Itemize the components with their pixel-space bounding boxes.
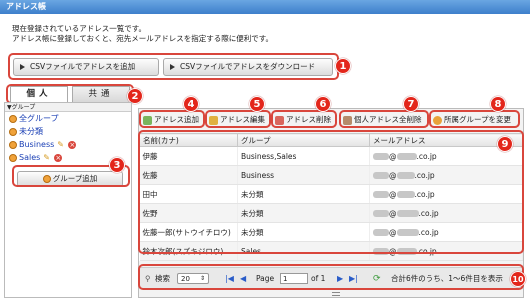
play-icon	[170, 64, 175, 70]
page-description: 現在登録されているアドレス一覧です。 アドレス帳に登録しておくと、宛先メールアド…	[12, 24, 273, 44]
callout-badge-9: 9	[497, 136, 513, 152]
group-label: 未分類	[19, 127, 43, 136]
csv-download-label: CSVファイルでアドレスをダウンロード	[180, 62, 316, 71]
callout-badge-8: 8	[490, 96, 506, 112]
tab-shared[interactable]: 共通	[72, 86, 130, 102]
callout-box-5	[205, 110, 271, 128]
callout-badge-10: 10	[510, 271, 526, 287]
callout-badge-6: 6	[315, 96, 331, 112]
tab-personal[interactable]: 個人	[10, 86, 68, 102]
csv-add-button[interactable]: CSVファイルでアドレスを追加	[13, 58, 159, 76]
pencil-icon[interactable]: ✎	[57, 140, 66, 149]
play-icon	[20, 64, 25, 70]
callout-badge-5: 5	[249, 96, 265, 112]
resize-grip[interactable]	[332, 292, 340, 296]
group-icon	[9, 153, 17, 162]
group-header: ▼グループ	[5, 103, 131, 112]
address-tabs: 個人 共通	[8, 86, 136, 102]
csv-add-label: CSVファイルでアドレスを追加	[30, 62, 136, 71]
group-icon	[9, 127, 17, 136]
group-item-unclassified[interactable]: 未分類	[5, 125, 131, 138]
group-icon	[9, 140, 17, 149]
callout-badge-7: 7	[403, 96, 419, 112]
description-line-2: アドレス帳に登録しておくと、宛先メールアドレスを指定する際に便利です。	[12, 34, 273, 43]
group-panel: ▼グループ 全グループ 未分類 Business ✎ × Sales ✎ × グループ追…	[4, 102, 132, 298]
delete-icon[interactable]: ×	[68, 140, 77, 149]
pencil-icon[interactable]: ✎	[43, 153, 52, 162]
group-label: Sales	[19, 153, 41, 162]
callout-box-7	[339, 110, 429, 128]
group-item-business[interactable]: Business ✎ ×	[5, 138, 131, 151]
callout-badge-4: 4	[183, 96, 199, 112]
callout-badge-1: 1	[335, 58, 351, 74]
callout-box-6	[271, 110, 337, 128]
callout-box-10	[138, 264, 524, 290]
window-title: アドレス帳	[0, 0, 530, 14]
group-item-all[interactable]: 全グループ	[5, 112, 131, 125]
callout-badge-3: 3	[109, 157, 125, 173]
callout-box-4	[139, 110, 205, 128]
description-line-1: 現在登録されているアドレス一覧です。	[12, 24, 147, 33]
group-label: Business	[19, 140, 55, 149]
callout-box-9	[138, 130, 524, 254]
csv-download-button[interactable]: CSVファイルでアドレスをダウンロード	[163, 58, 333, 76]
group-icon	[9, 114, 17, 123]
delete-icon[interactable]: ×	[54, 153, 63, 162]
callout-box-8	[429, 110, 520, 128]
group-label: 全グループ	[19, 114, 59, 123]
